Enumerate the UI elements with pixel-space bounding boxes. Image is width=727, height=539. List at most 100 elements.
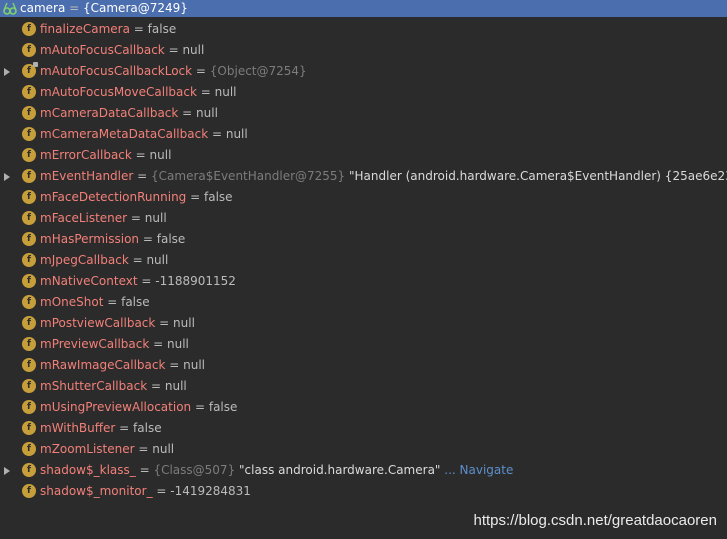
field-row-mfacedetectionrunning[interactable]: f mFaceDetectionRunning = false bbox=[0, 187, 727, 208]
field-equals: = bbox=[103, 295, 122, 309]
field-icon: f bbox=[22, 62, 38, 78]
field-equals: = bbox=[149, 337, 168, 351]
variable-row-camera[interactable]: camera = {Camera@7249} bbox=[0, 0, 727, 17]
field-row-mpreviewcallback[interactable]: f mPreviewCallback = null bbox=[0, 334, 727, 355]
field-icon: f bbox=[22, 295, 36, 309]
field-name: mJpegCallback bbox=[40, 253, 129, 267]
field-equals: = bbox=[178, 106, 197, 120]
field-name: mEventHandler bbox=[40, 169, 134, 183]
field-value: false bbox=[203, 190, 233, 204]
field-name: finalizeCamera bbox=[40, 22, 130, 36]
field-icon: f bbox=[22, 358, 36, 372]
field-name: mPostviewCallback bbox=[40, 316, 156, 330]
expand-arrow-icon[interactable] bbox=[4, 173, 10, 181]
field-name: mNativeContext bbox=[40, 274, 138, 288]
field-icon: f bbox=[22, 211, 36, 225]
field-object-ref: {Camera$EventHandler@7255} bbox=[151, 169, 346, 183]
expand-arrow-icon[interactable] bbox=[4, 68, 10, 76]
field-equals: = bbox=[155, 316, 174, 330]
variable-name: camera bbox=[20, 1, 66, 15]
field-icon: f bbox=[22, 148, 36, 162]
field-equals: = bbox=[147, 379, 165, 393]
field-row-mpostviewcallback[interactable]: f mPostviewCallback = null bbox=[0, 313, 727, 334]
field-row-mrawimagecallback[interactable]: f mRawImageCallback = null bbox=[0, 355, 727, 376]
field-name: mRawImageCallback bbox=[40, 358, 166, 372]
field-value: null bbox=[225, 127, 248, 141]
field-equals: = bbox=[208, 127, 226, 141]
field-icon: f bbox=[22, 106, 36, 120]
field-name: mOneShot bbox=[40, 295, 104, 309]
field-name: mAutoFocusCallback bbox=[40, 43, 165, 57]
field-equals: = bbox=[192, 64, 210, 78]
field-equals: = bbox=[139, 232, 157, 246]
field-row-mjpegcallback[interactable]: f mJpegCallback = null bbox=[0, 250, 727, 271]
navigate-link[interactable]: ... Navigate bbox=[440, 463, 513, 477]
field-equals: = bbox=[137, 274, 156, 288]
field-value: -1419284831 bbox=[170, 484, 251, 498]
field-equals: = bbox=[127, 211, 145, 225]
field-value: null bbox=[183, 358, 206, 372]
field-row-finalizecamera[interactable]: f finalizeCamera = false bbox=[0, 19, 727, 40]
field-equals: = bbox=[133, 169, 152, 183]
field-value: false bbox=[147, 22, 177, 36]
field-row-mzoomlistener[interactable]: f mZoomListener = null bbox=[0, 439, 727, 460]
field-equals: = bbox=[134, 442, 153, 456]
field-name: mFaceListener bbox=[40, 211, 128, 225]
field-icon: f bbox=[22, 43, 36, 57]
field-row-shadow-klass-[interactable]: f shadow$_klass_ = {Class@507} "class an… bbox=[0, 460, 727, 481]
field-row-shadow-monitor-[interactable]: f shadow$_monitor_ = -1419284831 bbox=[0, 481, 727, 502]
field-value: null bbox=[196, 106, 218, 120]
field-row-mautofocuscallback[interactable]: f mAutoFocusCallback = null bbox=[0, 40, 727, 61]
field-icon: f bbox=[22, 484, 36, 498]
field-equals: = bbox=[196, 85, 215, 99]
field-row-mshuttercallback[interactable]: f mShutterCallback = null bbox=[0, 376, 727, 397]
field-value: null bbox=[144, 211, 167, 225]
field-value: false bbox=[121, 295, 150, 309]
field-name: mAutoFocusCallbackLock bbox=[40, 64, 193, 78]
field-value: null bbox=[214, 85, 237, 99]
field-value: null bbox=[152, 442, 175, 456]
field-icon: f bbox=[22, 442, 36, 456]
watermark: https://blog.csdn.net/greatdaocaoren bbox=[473, 512, 717, 529]
field-equals: = bbox=[131, 148, 150, 162]
field-string-value: "class android.hardware.Camera" bbox=[235, 463, 441, 477]
field-row-mcameradatacallback[interactable]: f mCameraDataCallback = null bbox=[0, 103, 727, 124]
field-row-mfacelistener[interactable]: f mFaceListener = null bbox=[0, 208, 727, 229]
field-value: false bbox=[208, 400, 238, 414]
field-row-musingpreviewallocation[interactable]: f mUsingPreviewAllocation = false bbox=[0, 397, 727, 418]
field-value: false bbox=[133, 421, 162, 435]
field-icon: f bbox=[22, 274, 36, 288]
field-row-mcamerametadatacallback[interactable]: f mCameraMetaDataCallback = null bbox=[0, 124, 727, 145]
field-row-mautofocusmovecallback[interactable]: f mAutoFocusMoveCallback = null bbox=[0, 82, 727, 103]
field-icon: f bbox=[22, 127, 36, 141]
field-name: mAutoFocusMoveCallback bbox=[40, 85, 197, 99]
field-equals: = bbox=[164, 43, 183, 57]
field-value: null bbox=[149, 148, 172, 162]
field-value: -1188901152 bbox=[155, 274, 236, 288]
field-name: mFaceDetectionRunning bbox=[40, 190, 187, 204]
field-icon: f bbox=[22, 421, 36, 435]
field-row-mwithbuffer[interactable]: f mWithBuffer = false bbox=[0, 418, 727, 439]
field-row-mautofocuscallbacklock[interactable]: f mAutoFocusCallbackLock = {Object@7254} bbox=[0, 61, 727, 82]
field-name: mUsingPreviewAllocation bbox=[40, 400, 192, 414]
field-value: false bbox=[156, 232, 186, 246]
variable-value: {Camera@7249} bbox=[83, 1, 188, 15]
expand-arrow-icon[interactable] bbox=[4, 467, 10, 475]
field-icon: f bbox=[22, 253, 36, 267]
field-row-moneshot[interactable]: f mOneShot = false bbox=[0, 292, 727, 313]
field-value: null bbox=[167, 337, 189, 351]
field-row-merrorcallback[interactable]: f mErrorCallback = null bbox=[0, 145, 727, 166]
field-equals: = bbox=[128, 253, 147, 267]
field-icon: f bbox=[22, 379, 36, 393]
field-row-meventhandler[interactable]: f mEventHandler = {Camera$EventHandler@7… bbox=[0, 166, 727, 187]
field-name: shadow$_klass_ bbox=[40, 463, 136, 477]
field-object-ref: {Object@7254} bbox=[209, 64, 307, 78]
field-row-mhaspermission[interactable]: f mHasPermission = false bbox=[0, 229, 727, 250]
watch-glasses-icon bbox=[3, 2, 17, 15]
field-equals: = bbox=[191, 400, 209, 414]
field-row-mnativecontext[interactable]: f mNativeContext = -1188901152 bbox=[0, 271, 727, 292]
field-icon: f bbox=[22, 400, 36, 414]
field-equals: = bbox=[115, 421, 134, 435]
field-object-ref: {Class@507} bbox=[153, 463, 236, 477]
field-name: mCameraMetaDataCallback bbox=[40, 127, 209, 141]
